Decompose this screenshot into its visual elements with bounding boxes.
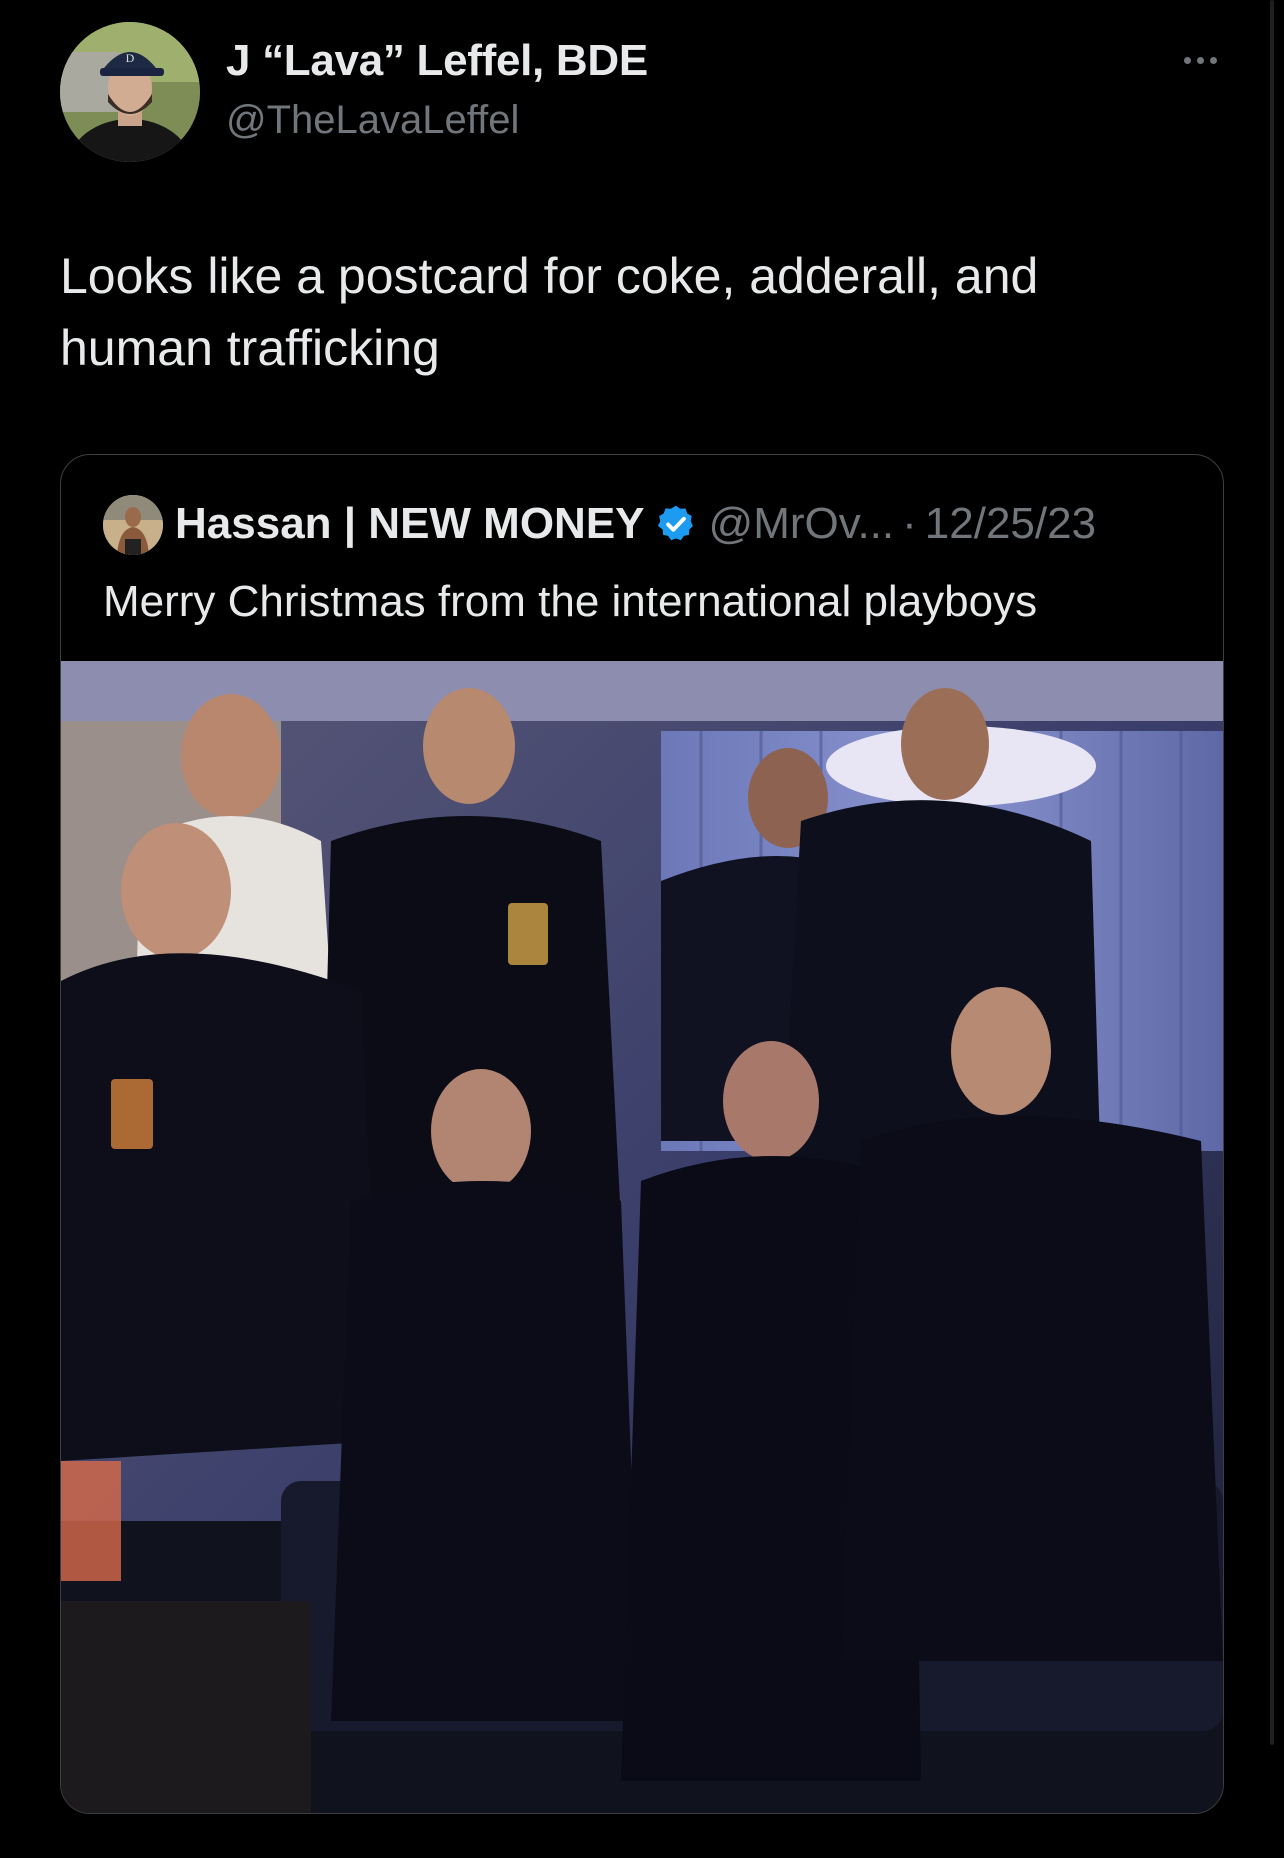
svg-text:D: D [126, 51, 135, 65]
quoted-avatar-image [103, 495, 163, 555]
avatar-image: D [60, 22, 200, 162]
group-photo-image [61, 661, 1223, 1813]
quoted-author-handle[interactable]: @MrOv... [709, 499, 895, 549]
quoted-date[interactable]: 12/25/23 [925, 499, 1096, 549]
tweet-text: Looks like a postcard for coke, adderall… [60, 248, 1039, 376]
ellipsis-dot [1196, 56, 1204, 64]
author-avatar[interactable]: D [60, 22, 200, 162]
verified-badge-icon [655, 503, 697, 545]
quoted-header: Hassan | NEW MONEY @MrOv... · 12/25/23 [175, 499, 1096, 549]
author-handle[interactable]: @TheLavaLeffel [226, 98, 519, 143]
ellipsis-icon[interactable] [1172, 40, 1228, 80]
scrollbar[interactable] [1270, 0, 1274, 1745]
quoted-author-avatar[interactable] [103, 495, 163, 555]
quoted-tweet-card[interactable]: Hassan | NEW MONEY @MrOv... · 12/25/23 M… [60, 454, 1224, 1814]
ellipsis-dot [1209, 56, 1217, 64]
meta-separator: · [902, 499, 917, 548]
quoted-tweet-text: Merry Christmas from the international p… [103, 577, 1038, 626]
quoted-author-name[interactable]: Hassan | NEW MONEY [175, 499, 645, 549]
quoted-photo[interactable] [61, 661, 1223, 1813]
ellipsis-dot [1183, 56, 1191, 64]
author-name[interactable]: J “Lava” Leffel, BDE [226, 36, 648, 86]
